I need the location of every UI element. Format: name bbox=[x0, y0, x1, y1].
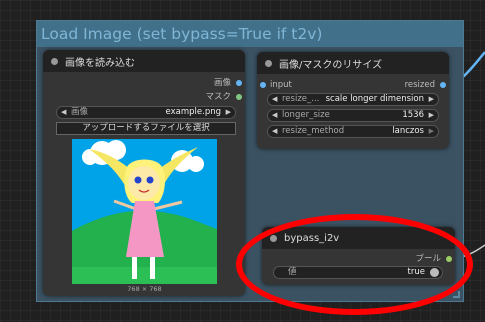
arrow-right-icon[interactable]: ▶ bbox=[429, 126, 434, 137]
node-title: bypass_i2v bbox=[284, 232, 340, 244]
image-select-widget[interactable]: ◀ 画像 example.png ▶ bbox=[56, 106, 236, 119]
arrow-right-icon[interactable]: ▶ bbox=[429, 94, 434, 105]
node-header[interactable]: 画像を読み込む bbox=[43, 50, 245, 72]
node-load-image[interactable]: 画像を読み込む 画像 マスク ◀ 画像 example.png ▶ アップロード… bbox=[43, 50, 245, 296]
collapse-dot-icon[interactable] bbox=[265, 59, 272, 67]
node-title: 画像/マスクのリサイズ bbox=[279, 59, 383, 71]
output-mask-label: マスク bbox=[205, 92, 231, 102]
output-bool-label: ブール bbox=[415, 254, 441, 264]
output-image-port[interactable] bbox=[236, 80, 242, 86]
widget-label: resize_method bbox=[282, 126, 345, 136]
widget-label: resize_... bbox=[282, 94, 320, 104]
widget-label: 画像 bbox=[71, 107, 89, 117]
arrow-right-icon[interactable]: ▶ bbox=[429, 110, 434, 121]
input-label: input bbox=[270, 80, 292, 90]
node-header[interactable]: bypass_i2v bbox=[262, 227, 455, 249]
preview-drawing bbox=[72, 139, 217, 284]
group-title[interactable]: Load Image (set bypass=True if t2v) bbox=[37, 21, 463, 47]
widget-value: example.png bbox=[165, 107, 221, 117]
input-port[interactable] bbox=[260, 82, 266, 88]
resize-mode-widget[interactable]: ◀ resize_... scale longer dimension ▶ bbox=[267, 93, 439, 106]
collapse-dot-icon[interactable] bbox=[270, 234, 277, 242]
resize-method-widget[interactable]: ◀ resize_method lanczos ▶ bbox=[267, 125, 439, 138]
output-image-label: 画像 bbox=[213, 78, 231, 88]
widget-value: 1536 bbox=[402, 110, 424, 120]
widget-label: longer_size bbox=[282, 110, 330, 120]
output-resized-label: resized bbox=[404, 80, 435, 90]
arrow-left-icon[interactable]: ◀ bbox=[272, 94, 277, 105]
output-bool-port[interactable] bbox=[446, 256, 452, 262]
toggle-knob-icon[interactable] bbox=[430, 268, 439, 277]
output-mask-port[interactable] bbox=[236, 94, 242, 100]
arrow-left-icon[interactable]: ◀ bbox=[61, 107, 66, 118]
image-size-caption: 768 × 768 bbox=[127, 285, 162, 293]
node-bypass-i2v[interactable]: bypass_i2v ブール 値 true bbox=[262, 227, 455, 285]
collapse-dot-icon[interactable] bbox=[51, 57, 58, 65]
arrow-right-icon[interactable]: ▶ bbox=[226, 107, 231, 118]
arrow-left-icon[interactable]: ◀ bbox=[272, 110, 277, 121]
arrow-left-icon[interactable]: ◀ bbox=[272, 126, 277, 137]
widget-value: true bbox=[407, 267, 425, 277]
widget-label: 値 bbox=[288, 267, 297, 277]
output-resized-port[interactable] bbox=[440, 82, 446, 88]
value-toggle-widget[interactable]: 値 true bbox=[273, 266, 443, 279]
node-header[interactable]: 画像/マスクのリサイズ bbox=[257, 52, 449, 74]
node-resize[interactable]: 画像/マスクのリサイズ input resized ◀ resize_... s… bbox=[257, 52, 449, 149]
widget-value: scale longer dimension bbox=[325, 94, 424, 104]
upload-button[interactable]: アップロードするファイルを選択 bbox=[56, 122, 236, 135]
longer-size-widget[interactable]: ◀ longer_size 1536 ▶ bbox=[267, 109, 439, 122]
widget-value: lanczos bbox=[392, 126, 424, 136]
image-preview bbox=[72, 139, 217, 284]
group-resize-handle[interactable] bbox=[453, 291, 460, 298]
node-title: 画像を読み込む bbox=[65, 57, 135, 69]
